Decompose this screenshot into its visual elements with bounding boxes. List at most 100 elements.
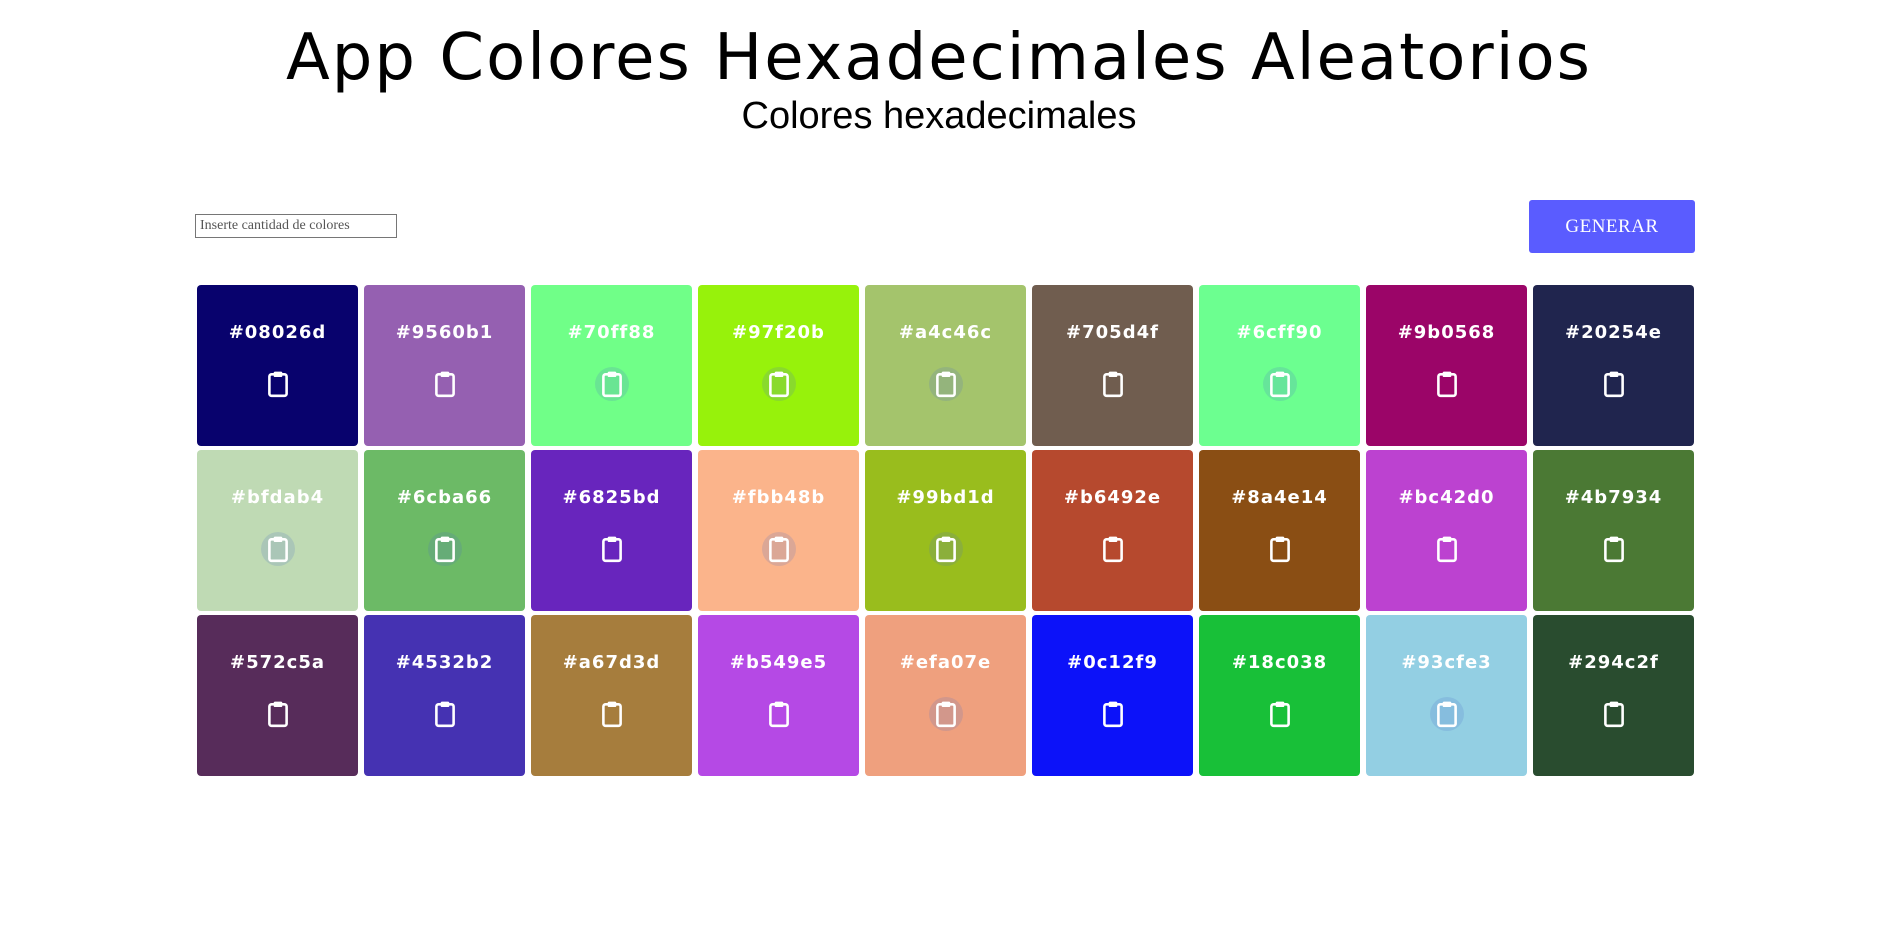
color-swatch: #572c5a [197,615,358,776]
copy-color-button[interactable] [1429,697,1464,731]
color-count-input[interactable] [195,214,397,238]
clipboard-icon [1603,701,1624,728]
hex-code-label: #705d4f [1066,322,1159,343]
copy-color-button[interactable] [928,697,963,731]
hex-code-label: #bc42d0 [1398,487,1495,508]
copy-color-button[interactable] [427,532,462,566]
color-swatch: #0c12f9 [1032,615,1193,776]
hex-code-label: #fbb48b [731,487,826,508]
clipboard-icon [1269,536,1290,563]
copy-color-button[interactable] [1096,532,1130,566]
clipboard-icon [1102,371,1123,398]
copy-color-button[interactable] [762,697,796,731]
hex-code-label: #0c12f9 [1067,652,1158,673]
clipboard-icon [768,371,789,398]
clipboard-icon [1436,701,1457,728]
color-swatch: #9560b1 [364,285,525,446]
hex-code-label: #9560b1 [395,322,494,343]
hex-code-label: #18c038 [1231,652,1328,673]
clipboard-icon [1603,371,1624,398]
copy-color-button[interactable] [595,697,629,731]
copy-color-button[interactable] [595,532,629,566]
clipboard-icon [935,701,956,728]
copy-color-button[interactable] [428,697,462,731]
clipboard-icon [768,536,789,563]
hex-code-label: #4b7934 [1564,487,1663,508]
clipboard-icon [1102,701,1123,728]
color-swatch: #705d4f [1032,285,1193,446]
color-grid: #08026d #9560b1 #70ff88 #97f20b #a4c46c #705d… [197,285,1694,776]
copy-color-button[interactable] [1430,367,1464,401]
color-swatch: #6cba66 [364,450,525,611]
clipboard-icon [434,536,455,563]
color-swatch: #8a4e14 [1199,450,1360,611]
clipboard-icon [768,701,789,728]
copy-color-button[interactable] [761,532,796,566]
generate-button[interactable]: GENERAR [1529,200,1695,253]
hex-code-label: #97f20b [732,322,825,343]
copy-color-button[interactable] [1263,697,1297,731]
hex-code-label: #8a4e14 [1231,487,1328,508]
copy-color-button[interactable] [1262,367,1297,401]
clipboard-icon [601,701,622,728]
hex-code-label: #6cff90 [1236,322,1323,343]
copy-color-button[interactable] [1597,367,1631,401]
clipboard-icon [601,536,622,563]
hex-code-label: #b549e5 [729,652,828,673]
copy-color-button[interactable] [1096,367,1130,401]
clipboard-icon [1436,536,1457,563]
color-swatch: #fbb48b [698,450,859,611]
hex-code-label: #b6492e [1063,487,1162,508]
page-title: App Colores Hexadecimales Aleatorios [286,21,1592,95]
hex-code-label: #a4c46c [898,322,993,343]
color-swatch: #97f20b [698,285,859,446]
hex-code-label: #08026d [228,322,327,343]
hex-code-label: #a67d3d [562,652,661,673]
clipboard-icon [935,536,956,563]
hex-code-label: #294c2f [1568,652,1659,673]
hex-code-label: #20254e [1565,322,1662,343]
clipboard-icon [1269,701,1290,728]
clipboard-icon [1436,371,1457,398]
color-swatch: #18c038 [1199,615,1360,776]
color-swatch: #6825bd [531,450,692,611]
color-swatch: #08026d [197,285,358,446]
copy-color-button[interactable] [761,367,796,401]
color-swatch: #4b7934 [1533,450,1694,611]
copy-color-button[interactable] [1597,697,1631,731]
copy-color-button[interactable] [261,697,295,731]
copy-color-button[interactable] [1597,532,1631,566]
clipboard-icon [1102,536,1123,563]
copy-color-button[interactable] [261,367,295,401]
copy-color-button[interactable] [1430,532,1464,566]
hex-code-label: #9b0568 [1397,322,1496,343]
clipboard-icon [267,536,288,563]
clipboard-icon [267,371,288,398]
hex-code-label: #efa07e [899,652,992,673]
color-swatch: #b6492e [1032,450,1193,611]
copy-color-button[interactable] [928,532,963,566]
color-swatch: #efa07e [865,615,1026,776]
copy-color-button[interactable] [1096,697,1130,731]
copy-color-button[interactable] [260,532,295,566]
hex-code-label: #4532b2 [395,652,494,673]
hex-code-label: #70ff88 [567,322,656,343]
color-swatch: #b549e5 [698,615,859,776]
color-swatch: #70ff88 [531,285,692,446]
clipboard-icon [935,371,956,398]
color-swatch: #bc42d0 [1366,450,1527,611]
color-swatch: #9b0568 [1366,285,1527,446]
copy-color-button[interactable] [1263,532,1297,566]
color-swatch: #93cfe3 [1366,615,1527,776]
color-swatch: #20254e [1533,285,1694,446]
clipboard-icon [601,371,622,398]
copy-color-button[interactable] [928,367,963,401]
color-swatch: #bfdab4 [197,450,358,611]
color-swatch: #99bd1d [865,450,1026,611]
copy-color-button[interactable] [594,367,629,401]
hex-code-label: #99bd1d [896,487,995,508]
hex-code-label: #6825bd [562,487,661,508]
copy-color-button[interactable] [428,367,462,401]
clipboard-icon [267,701,288,728]
hex-code-label: #572c5a [230,652,325,673]
